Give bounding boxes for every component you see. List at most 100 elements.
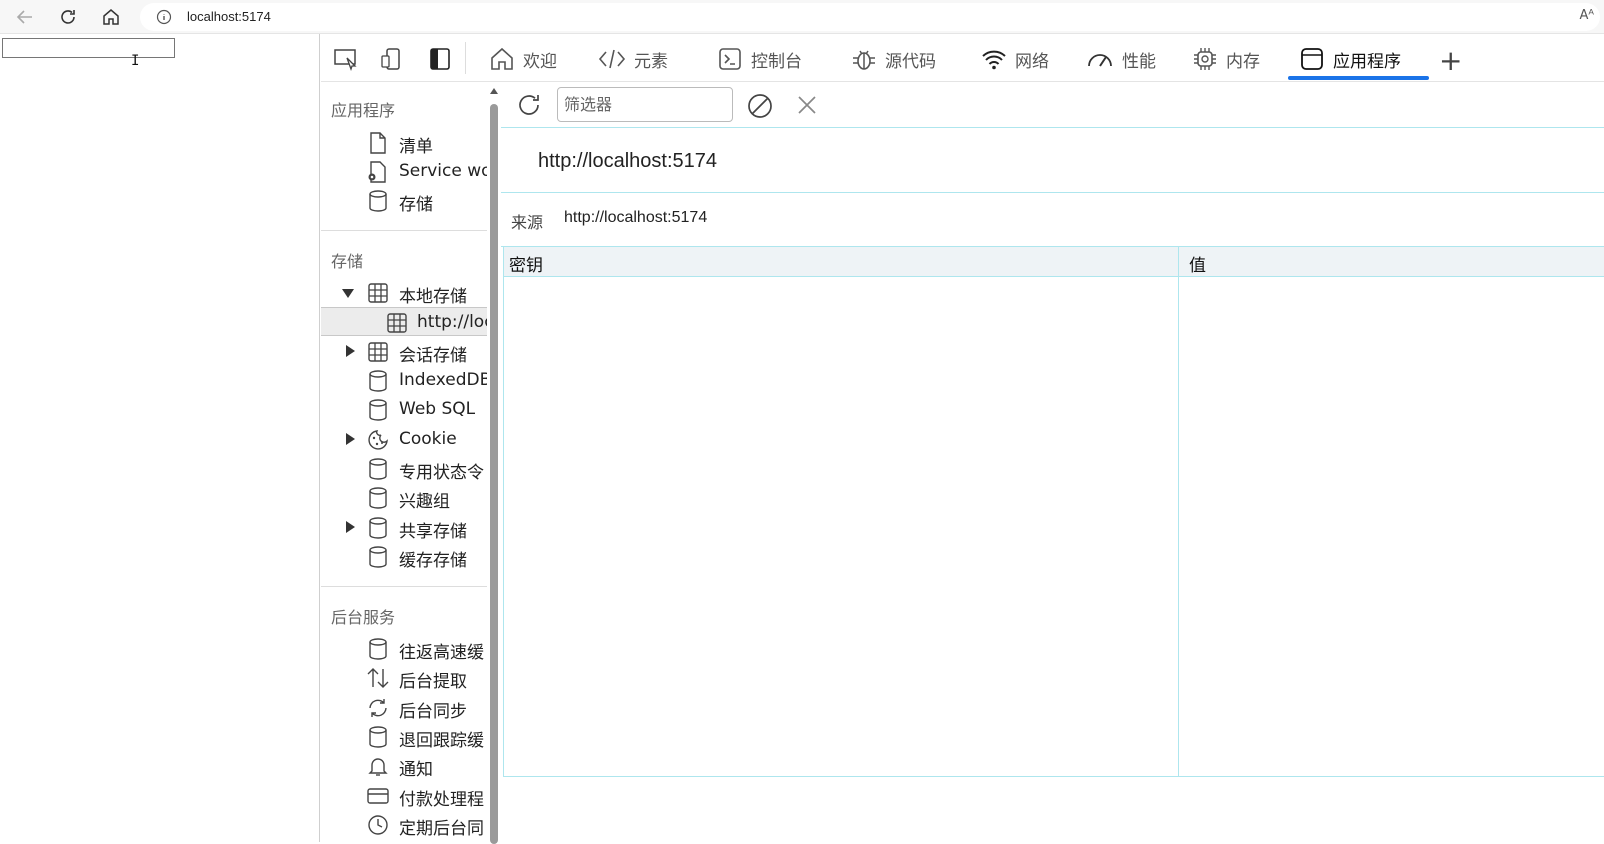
updown-arrows-icon [367, 668, 389, 688]
section-divider [321, 230, 487, 231]
column-header-value[interactable]: 值 [1189, 251, 1206, 276]
section-title-background-services: 后台服务 [331, 608, 396, 627]
sidebar-scrollbar[interactable] [489, 82, 499, 844]
file-icon [370, 132, 386, 154]
sidebar-item-web-sql[interactable]: Web SQL [321, 395, 487, 424]
grid-icon [387, 313, 407, 333]
database-icon [369, 458, 387, 480]
sidebar-item-local-storage[interactable]: 本地存储 [321, 278, 487, 307]
database-icon [369, 546, 387, 568]
sidebar-item-session-storage[interactable]: 会话存储 [321, 337, 487, 366]
chip-icon [1194, 48, 1216, 70]
sidebar-item-background-fetch[interactable]: 后台提取 [321, 663, 487, 692]
add-tab-button[interactable]: + [1439, 44, 1462, 77]
expand-arrow-icon[interactable] [342, 289, 354, 298]
tab-elements[interactable]: 元素 [598, 42, 668, 76]
inspect-element-icon[interactable] [333, 46, 359, 72]
web-page: I [0, 34, 320, 842]
device-emulation-icon[interactable] [379, 46, 405, 72]
storage-toolbar [501, 82, 1604, 128]
sidebar-item-bounce-tracking[interactable]: 退回跟踪缓 [321, 722, 487, 751]
page-text-input[interactable] [2, 38, 175, 58]
reload-icon [61, 10, 75, 24]
tab-performance[interactable]: 性能 [1086, 42, 1156, 76]
section-title-storage: 存储 [331, 252, 364, 271]
code-icon [598, 49, 626, 69]
section-divider [321, 586, 487, 587]
application-sidebar: 应用程序 清单 Service wor 存储 存储 本地存储 http://lo… [321, 82, 491, 842]
database-icon [369, 190, 387, 212]
grid-icon [368, 283, 388, 303]
reload-button[interactable] [56, 5, 80, 29]
sidebar-item-indexeddb[interactable]: IndexedDB [321, 366, 487, 395]
origin-title: http://localhost:5174 [538, 150, 718, 172]
service-worker-icon [368, 161, 386, 183]
devtools-panel: 欢迎 元素 控制台 源代码 网络 性能 内存 应用程序 + 应用程序 清单 Se… [321, 34, 1604, 844]
tab-network[interactable]: 网络 [981, 42, 1049, 76]
console-icon [719, 48, 741, 70]
clear-all-button[interactable] [746, 92, 774, 124]
wifi-icon [982, 50, 1006, 70]
sidebar-item-bfcache[interactable]: 往返高速缓 [321, 634, 487, 663]
tab-application[interactable]: 应用程序 [1299, 42, 1401, 76]
sidebar-item-cookie[interactable]: Cookie [321, 425, 487, 454]
column-header-key[interactable]: 密钥 [509, 251, 543, 276]
bug-icon [853, 50, 875, 70]
grid-icon [368, 342, 388, 362]
tab-memory[interactable]: 内存 [1192, 42, 1260, 76]
section-title-application: 应用程序 [331, 101, 396, 120]
sidebar-item-interest-groups[interactable]: 兴趣组 [321, 483, 487, 512]
devtools-tabbar: 欢迎 元素 控制台 源代码 网络 性能 内存 应用程序 + [321, 34, 1604, 82]
origin-label: 来源 [511, 213, 544, 232]
home-button[interactable] [99, 5, 123, 29]
card-icon [367, 788, 389, 804]
column-divider[interactable] [1178, 247, 1179, 777]
sidebar-item-shared-storage[interactable]: 共享存储 [321, 513, 487, 542]
sidebar-item-cache-storage[interactable]: 缓存存储 [321, 542, 487, 571]
collapse-arrow-icon[interactable] [346, 345, 355, 357]
browser-toolbar: localhost:5174 Aᴬ [0, 0, 1604, 34]
address-bar[interactable]: localhost:5174 Aᴬ [140, 3, 1600, 31]
tab-sources[interactable]: 源代码 [851, 42, 936, 76]
sidebar-item-private-state-tokens[interactable]: 专用状态令 [321, 454, 487, 483]
refresh-button[interactable] [515, 91, 543, 123]
sidebar-item-storage[interactable]: 存储 [321, 186, 487, 215]
tab-welcome[interactable]: 欢迎 [489, 42, 557, 76]
sync-icon [369, 699, 387, 717]
database-icon [369, 370, 387, 392]
cookie-icon [368, 430, 388, 450]
scrollbar-thumb[interactable] [490, 104, 498, 844]
tab-console[interactable]: 控制台 [717, 42, 802, 76]
gauge-icon [1088, 54, 1112, 67]
bell-icon [368, 758, 388, 776]
dock-side-icon[interactable] [427, 46, 453, 72]
database-icon [369, 517, 387, 539]
sidebar-item-background-sync[interactable]: 后台同步 [321, 693, 487, 722]
key-value-table: 密钥 值 [503, 247, 1604, 777]
clock-icon [368, 815, 388, 835]
back-button[interactable] [13, 5, 37, 29]
sidebar-item-payment-handler[interactable]: 付款处理程 [321, 781, 487, 810]
origin-header: http://localhost:5174 [501, 128, 1604, 193]
collapse-arrow-icon[interactable] [346, 521, 355, 533]
home-icon [103, 9, 119, 25]
origin-row: 来源 http://localhost:5174 [501, 193, 1604, 247]
info-icon[interactable] [156, 9, 172, 29]
scroll-up-arrow-icon[interactable] [490, 88, 498, 94]
back-arrow-icon [16, 10, 32, 24]
sidebar-item-notifications[interactable]: 通知 [321, 751, 487, 780]
collapse-arrow-icon[interactable] [346, 433, 355, 445]
filter-input[interactable] [557, 87, 733, 122]
sidebar-item-manifest[interactable]: 清单 [321, 128, 487, 157]
home-icon [491, 47, 513, 70]
address-url[interactable]: localhost:5174 [187, 9, 271, 24]
toolbar-divider [465, 42, 466, 74]
sidebar-item-periodic-sync[interactable]: 定期后台同 [321, 810, 487, 839]
database-icon [369, 487, 387, 509]
sidebar-item-local-storage-origin[interactable]: http://loc [321, 307, 487, 336]
close-icon [798, 96, 816, 114]
sidebar-item-service-workers[interactable]: Service wor [321, 157, 487, 186]
read-aloud-icon[interactable]: Aᴬ [1580, 8, 1595, 23]
database-icon [369, 638, 387, 660]
delete-selected-button[interactable] [794, 92, 820, 122]
